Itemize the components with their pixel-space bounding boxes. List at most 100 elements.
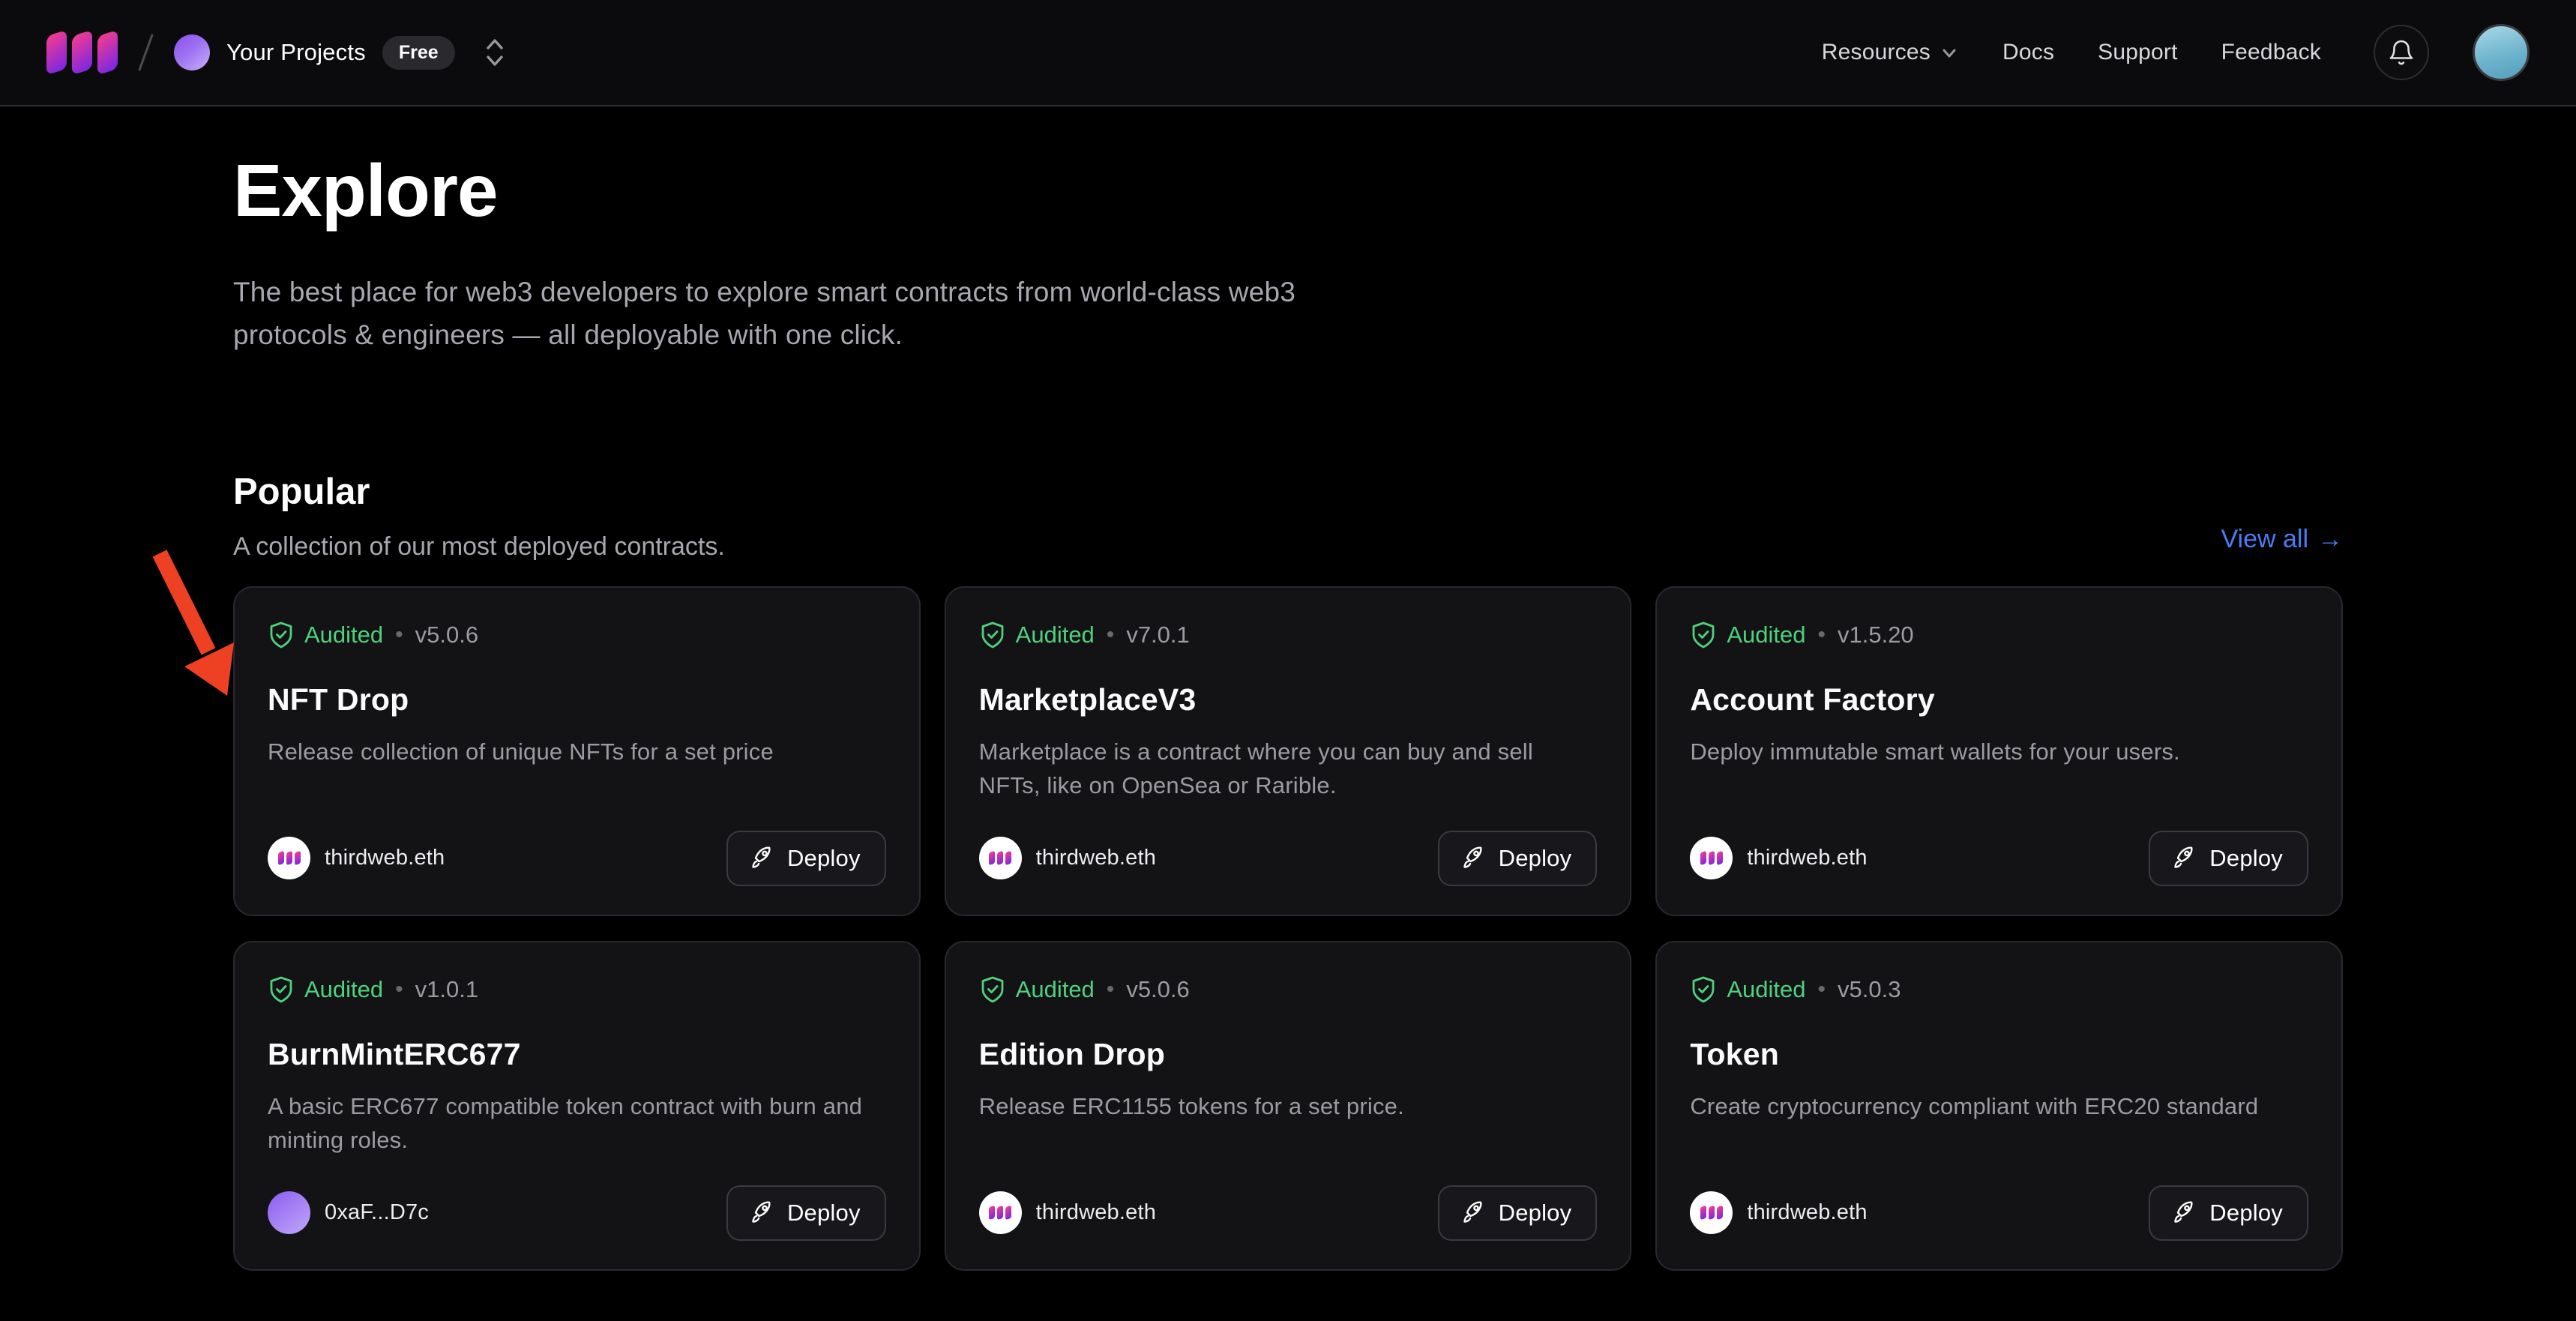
publisher-avatar	[1690, 837, 1733, 879]
deploy-label: Deploy	[1499, 845, 1572, 872]
card-footer: thirdweb.eth Deploy	[268, 831, 886, 886]
deploy-label: Deploy	[787, 845, 861, 872]
card-meta: Audited • v1.5.20	[1690, 621, 2308, 649]
thirdweb-mark-icon	[1700, 1206, 1723, 1219]
contract-title: Account Factory	[1690, 682, 2308, 717]
shield-check-icon	[268, 975, 295, 1004]
project-name: Your Projects	[226, 39, 366, 66]
audited-badge: Audited	[979, 621, 1095, 649]
contract-title: Edition Drop	[979, 1037, 1598, 1072]
audited-label: Audited	[304, 976, 383, 1003]
view-all-arrow-icon: →	[2317, 525, 2343, 554]
publisher-name: thirdweb.eth	[1036, 846, 1156, 870]
publisher-link[interactable]: thirdweb.eth	[1690, 837, 1867, 879]
card-meta: Audited • v5.0.6	[979, 975, 1598, 1004]
shield-check-icon	[268, 621, 295, 649]
contract-version: v1.0.1	[415, 976, 478, 1003]
dot-separator-icon: •	[395, 977, 403, 1002]
view-all-link[interactable]: View all →	[2221, 525, 2343, 554]
contract-description: Release ERC1155 tokens for a set price.	[979, 1090, 1598, 1124]
publisher-link[interactable]: thirdweb.eth	[1690, 1191, 1867, 1234]
audited-label: Audited	[1727, 976, 1805, 1003]
audited-label: Audited	[1016, 622, 1095, 649]
section-title: Popular	[233, 471, 725, 513]
dot-separator-icon: •	[1817, 977, 1826, 1002]
nav-resources[interactable]: Resources	[1822, 40, 1959, 65]
rocket-icon	[1460, 1200, 1486, 1226]
dot-separator-icon: •	[1817, 622, 1826, 648]
contract-card[interactable]: Audited • v7.0.1 MarketplaceV3 Marketpla…	[945, 586, 1632, 916]
deploy-label: Deploy	[2209, 845, 2283, 872]
thirdweb-mark-icon	[989, 1206, 1011, 1219]
shield-check-icon	[979, 621, 1006, 649]
contract-description: A basic ERC677 compatible token contract…	[268, 1090, 886, 1158]
user-avatar[interactable]	[2473, 24, 2530, 81]
deploy-button[interactable]: Deploy	[726, 831, 886, 886]
nav-feedback[interactable]: Feedback	[2221, 40, 2321, 65]
card-meta: Audited • v5.0.6	[268, 621, 886, 649]
project-switcher-button[interactable]	[482, 36, 508, 69]
contract-card[interactable]: Audited • v1.0.1 BurnMintERC677 A basic …	[233, 941, 921, 1271]
dot-separator-icon: •	[1107, 622, 1115, 648]
contract-card[interactable]: Audited • v5.0.3 Token Create cryptocurr…	[1655, 941, 2343, 1271]
breadcrumb-slash-icon	[138, 34, 154, 71]
plan-badge: Free	[382, 36, 455, 70]
deploy-label: Deploy	[2209, 1200, 2283, 1227]
card-footer: 0xaF...D7c Deploy	[268, 1185, 886, 1241]
audited-badge: Audited	[268, 975, 383, 1004]
page-subtitle: The best place for web3 developers to ex…	[233, 271, 1365, 357]
contract-description: Create cryptocurrency compliant with ERC…	[1690, 1090, 2308, 1124]
annotation-arrow-icon	[141, 544, 242, 698]
thirdweb-mark-icon	[989, 852, 1011, 864]
deploy-button[interactable]: Deploy	[2149, 1185, 2308, 1241]
thirdweb-logo-icon[interactable]	[46, 33, 118, 72]
contract-card[interactable]: Audited • v5.0.6 NFT Drop Release collec…	[233, 586, 921, 916]
card-meta: Audited • v5.0.3	[1690, 975, 2308, 1004]
shield-check-icon	[979, 975, 1006, 1004]
publisher-link[interactable]: thirdweb.eth	[268, 837, 445, 879]
contract-version: v5.0.3	[1838, 976, 1901, 1003]
contract-version: v7.0.1	[1126, 622, 1189, 649]
publisher-avatar	[979, 1191, 1022, 1234]
publisher-link[interactable]: thirdweb.eth	[979, 837, 1156, 879]
contract-card[interactable]: Audited • v1.5.20 Account Factory Deploy…	[1655, 586, 2343, 916]
publisher-link[interactable]: thirdweb.eth	[979, 1191, 1156, 1234]
publisher-name: thirdweb.eth	[1747, 1200, 1867, 1225]
deploy-button[interactable]: Deploy	[2149, 831, 2308, 886]
rocket-icon	[749, 846, 774, 871]
project-avatar	[174, 34, 210, 70]
shield-check-icon	[1690, 975, 1717, 1004]
deploy-label: Deploy	[1499, 1200, 1572, 1227]
bell-icon	[2387, 37, 2416, 67]
chevron-up-down-icon	[482, 36, 508, 69]
publisher-avatar	[1690, 1191, 1733, 1234]
deploy-button[interactable]: Deploy	[1438, 831, 1598, 886]
card-footer: thirdweb.eth Deploy	[979, 1185, 1598, 1241]
contract-title: NFT Drop	[268, 682, 886, 717]
audited-badge: Audited	[1690, 621, 1805, 649]
publisher-link[interactable]: 0xaF...D7c	[268, 1191, 429, 1234]
contract-description: Marketplace is a contract where you can …	[979, 735, 1598, 803]
contract-card[interactable]: Audited • v5.0.6 Edition Drop Release ER…	[945, 941, 1632, 1271]
deploy-button[interactable]: Deploy	[1438, 1185, 1598, 1241]
publisher-name: thirdweb.eth	[1036, 1200, 1156, 1225]
audited-label: Audited	[1727, 622, 1805, 649]
shield-check-icon	[1690, 621, 1717, 649]
nav-support[interactable]: Support	[2098, 40, 2177, 65]
publisher-avatar	[979, 837, 1022, 879]
deploy-button[interactable]: Deploy	[726, 1185, 886, 1241]
rocket-icon	[2171, 846, 2197, 871]
publisher-name: thirdweb.eth	[1747, 846, 1867, 870]
dot-separator-icon: •	[395, 622, 403, 648]
nav-docs[interactable]: Docs	[2002, 40, 2054, 65]
deploy-label: Deploy	[787, 1200, 861, 1227]
breadcrumb-project[interactable]: Your Projects Free	[174, 34, 455, 70]
contract-title: MarketplaceV3	[979, 682, 1598, 717]
publisher-name: thirdweb.eth	[325, 846, 445, 870]
dot-separator-icon: •	[1107, 977, 1115, 1002]
rocket-icon	[749, 1200, 774, 1226]
thirdweb-mark-icon	[1700, 852, 1723, 864]
audited-badge: Audited	[1690, 975, 1805, 1004]
contract-title: BurnMintERC677	[268, 1037, 886, 1072]
notifications-button[interactable]	[2374, 25, 2429, 80]
